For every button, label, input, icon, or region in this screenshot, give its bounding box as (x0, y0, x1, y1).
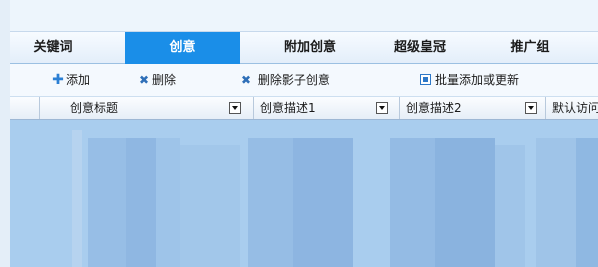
blurred-cell (248, 138, 293, 267)
delete-button-label: 删除 (152, 73, 177, 87)
tab-creative[interactable]: 创意 (125, 32, 240, 64)
blurred-cell (156, 138, 180, 267)
blurred-cell (435, 138, 495, 267)
blurred-cell (495, 145, 525, 267)
column-header-default-url: 默认访问 (546, 97, 598, 119)
blurred-cell (576, 138, 598, 267)
table-header: 创意标题 创意描述1 创意描述2 默认访问 (10, 97, 598, 120)
add-button-label: 添加 (66, 73, 91, 87)
add-button[interactable]: ✚ 添加 (52, 64, 90, 96)
blurred-cell (180, 145, 240, 267)
column-header-default-url-label: 默认访问 (552, 101, 598, 115)
blurred-cell (390, 138, 435, 267)
x-icon: ✖ (240, 73, 252, 87)
column-title-dropdown-icon[interactable] (229, 102, 241, 114)
left-strip (0, 0, 10, 267)
delete-shadow-creative-button[interactable]: ✖ 删除影子创意 (240, 64, 330, 96)
tab-keywords[interactable]: 关键词 (10, 32, 96, 64)
creative-table-body (10, 120, 598, 267)
column-header-desc2-label: 创意描述2 (406, 101, 462, 115)
tab-additional-creative[interactable]: 附加创意 (250, 32, 370, 64)
column-desc1-dropdown-icon[interactable] (376, 102, 388, 114)
blurred-cell (126, 138, 156, 267)
plus-icon: ✚ (52, 72, 64, 88)
batch-add-update-button[interactable]: 批量添加或更新 (420, 64, 519, 96)
blurred-cell (88, 138, 126, 267)
column-header-desc1-label: 创意描述1 (260, 101, 316, 115)
column-desc2-dropdown-icon[interactable] (525, 102, 537, 114)
blurred-cell (536, 138, 576, 267)
x-icon: ✖ (138, 73, 150, 87)
blurred-cell (72, 130, 82, 267)
tab-ad-group[interactable]: 推广组 (480, 32, 580, 64)
blurred-cell (293, 138, 353, 267)
tab-super-crown[interactable]: 超级皇冠 (370, 32, 470, 64)
toolbar: ✚ 添加 ✖ 删除 ✖ 删除影子创意 批量添加或更新 (10, 64, 598, 97)
row-number-header (10, 97, 40, 119)
tab-bar: 关键词 创意 附加创意 超级皇冠 推广组 (10, 31, 598, 64)
batch-icon (420, 74, 431, 85)
column-header-title-label: 创意标题 (70, 101, 119, 115)
column-header-title: 创意标题 (40, 97, 254, 119)
top-band (0, 0, 598, 31)
delete-shadow-creative-label: 删除影子创意 (257, 73, 330, 87)
delete-button[interactable]: ✖ 删除 (138, 64, 176, 96)
batch-add-update-label: 批量添加或更新 (435, 73, 520, 87)
